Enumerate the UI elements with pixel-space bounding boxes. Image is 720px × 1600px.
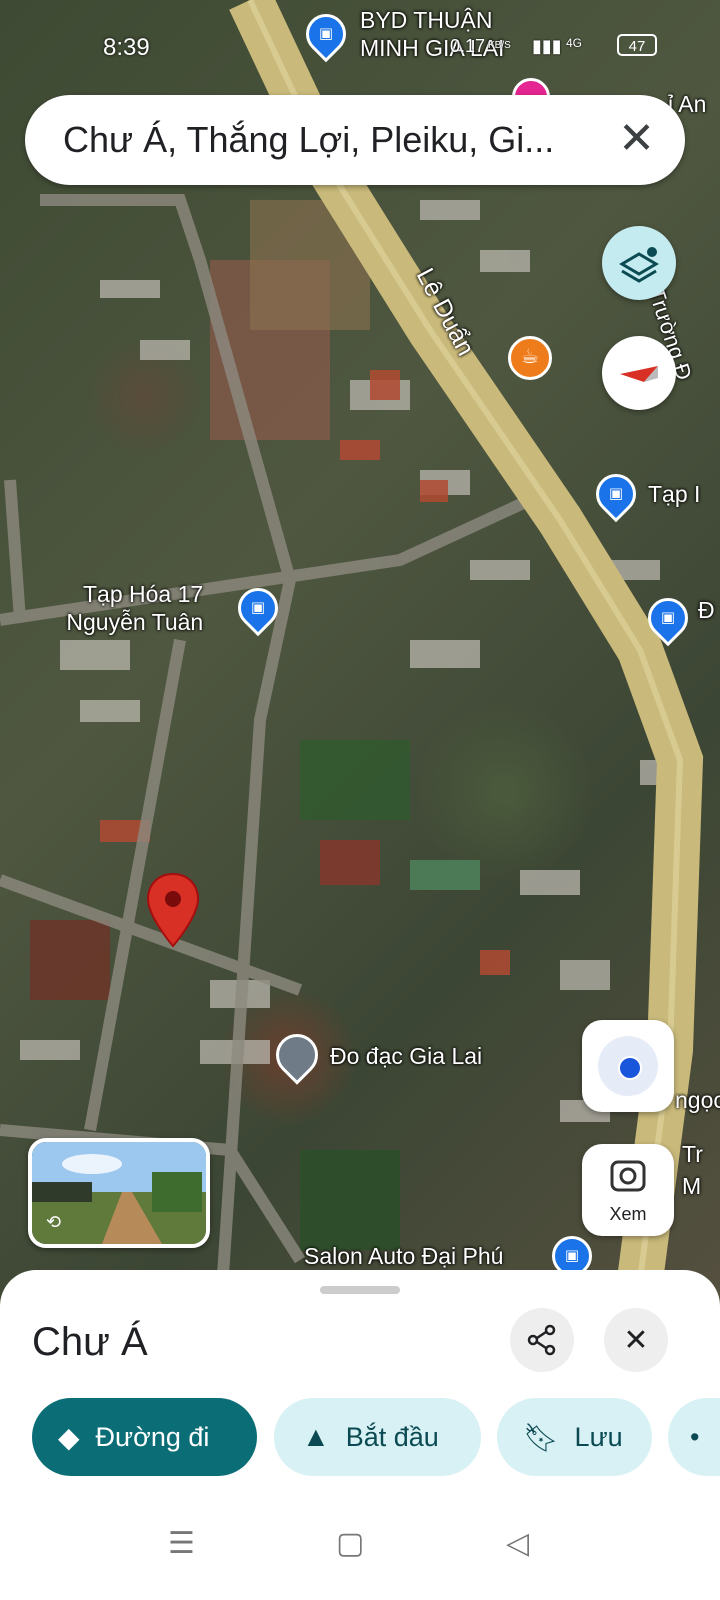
layers-icon	[619, 247, 659, 283]
directions-icon: ◆	[58, 1421, 80, 1453]
my-location-dot-icon	[618, 1056, 642, 1080]
start-button[interactable]: ▲ Bắt đầu	[274, 1398, 481, 1476]
start-label: Bắt đầu	[345, 1421, 439, 1452]
share-button[interactable]	[510, 1308, 574, 1372]
poi-tap-hoa-17-line1: Tạp Hóa 17	[83, 581, 204, 607]
save-label: Lưu	[574, 1421, 623, 1452]
streetview-thumbnail[interactable]: ⟲	[28, 1138, 210, 1248]
bookmark-icon: 🔖︎	[523, 1421, 559, 1453]
rotate-360-icon: ⟲	[46, 1212, 62, 1232]
close-icon[interactable]: ✕	[618, 115, 655, 163]
search-query[interactable]: Chư Á, Thắng Lợi, Pleiku, Gi...	[63, 119, 554, 161]
edge-label: M	[682, 1173, 702, 1199]
poi-salon-auto[interactable]: Salon Auto Đại Phú	[304, 1242, 503, 1270]
compass-icon	[620, 366, 658, 382]
sheet-drag-handle[interactable]	[320, 1286, 400, 1294]
system-nav-bar: ☰ ▢ ◁	[0, 1488, 720, 1600]
search-bar[interactable]: Chư Á, Thắng Lợi, Pleiku, Gi... ✕	[25, 95, 685, 185]
place-title: Chư Á	[32, 1320, 148, 1364]
directions-button[interactable]: ◆ Đường đi	[32, 1398, 257, 1476]
close-icon: ✕	[623, 1323, 649, 1357]
network-speed: 0.17	[450, 36, 486, 56]
more-icon: •	[690, 1421, 700, 1452]
edge-label: ngọc	[675, 1087, 720, 1113]
lens-label: Xem	[609, 1204, 647, 1224]
cafe-pin-icon[interactable]: ☕	[508, 336, 552, 380]
lens-button[interactable]: Xem	[582, 1144, 674, 1236]
share-icon	[527, 1324, 556, 1356]
edge-label: Tr	[682, 1141, 703, 1167]
back-icon[interactable]: ◁	[506, 1526, 529, 1561]
clock: 8:39	[103, 34, 150, 61]
poi-tap-hoa-right[interactable]: Tạp I	[648, 480, 700, 508]
edge-label: Đ	[698, 597, 715, 623]
close-sheet-button[interactable]: ✕	[604, 1308, 668, 1372]
status-bar: 8:39 0.17 KB/S ▮▮▮ 4G 47	[0, 22, 720, 74]
poi-do-dac[interactable]: Đo đạc Gia Lai	[330, 1042, 482, 1070]
home-icon[interactable]: ▢	[336, 1526, 364, 1561]
battery-icon: 47	[617, 34, 657, 56]
directions-label: Đường đi	[95, 1421, 210, 1452]
poi-tap-hoa-17[interactable]: Tạp Hóa 17 Nguyễn Tuân	[66, 580, 204, 636]
network-unit: KB/S	[488, 40, 511, 51]
navigation-arrow-icon: ▲	[302, 1421, 330, 1452]
cellular-type: 4G	[566, 36, 583, 50]
layers-button[interactable]	[602, 226, 676, 300]
map-view[interactable]: Lê Duẩn Trường Đ ▣ BYD THUẬN MINH GIA LA…	[0, 0, 720, 1320]
poi-tap-hoa-17-line2: Nguyễn Tuân	[66, 609, 204, 635]
signal-icon: ▮▮▮	[532, 36, 562, 56]
compass-button[interactable]	[602, 336, 676, 410]
save-button[interactable]: 🔖︎ Lưu	[497, 1398, 652, 1476]
camera-lens-icon	[610, 1160, 646, 1192]
satellite-layer	[0, 0, 704, 1320]
more-actions-button[interactable]: •	[668, 1398, 720, 1476]
selected-location-pin-icon	[146, 872, 200, 948]
my-location-button[interactable]	[582, 1020, 674, 1112]
menu-icon[interactable]: ☰	[168, 1526, 195, 1561]
